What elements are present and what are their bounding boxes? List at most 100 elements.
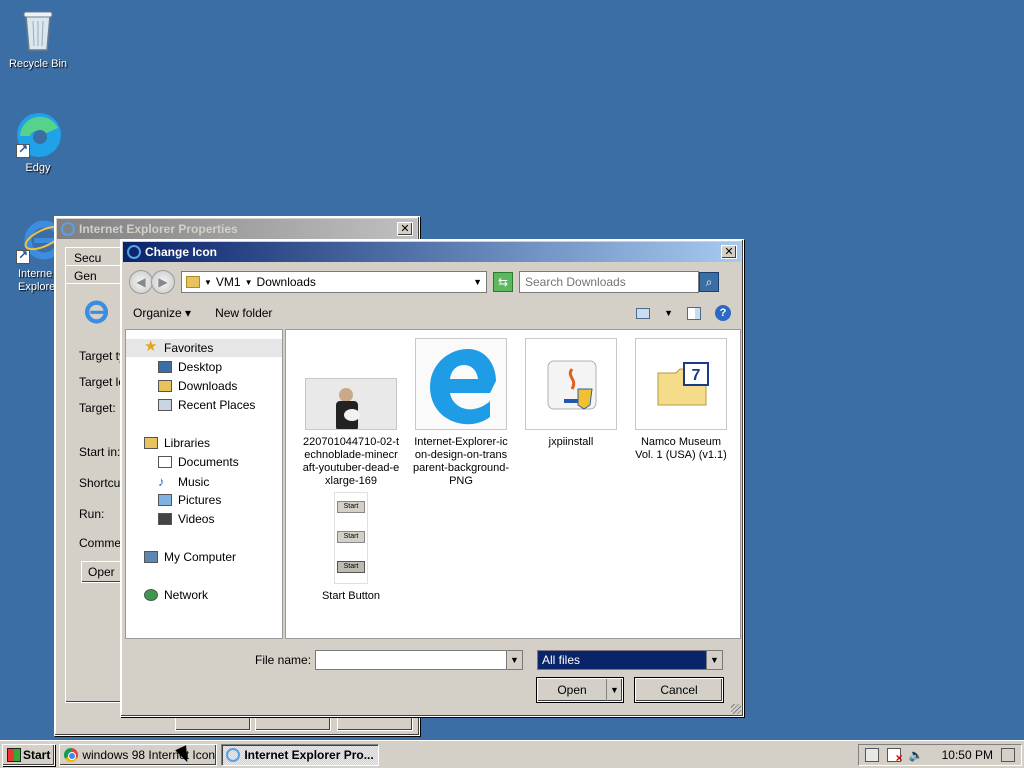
window-title: Internet Explorer Properties	[79, 222, 238, 236]
file-name: Start Button	[321, 590, 381, 602]
nav-label: Downloads	[178, 379, 238, 393]
show-desktop-icon[interactable]	[1001, 747, 1015, 762]
nav-label: Videos	[178, 512, 215, 526]
nav-item-recent-places[interactable]: Recent Places	[158, 398, 255, 412]
target-label: Target:	[79, 401, 116, 415]
desktop-icon-edgy[interactable]: Edgy	[0, 110, 76, 175]
file-name-field[interactable]: ▼	[315, 650, 523, 670]
nav-item-music[interactable]: ♪ Music	[158, 474, 209, 489]
file-item-namco-museum[interactable]: 7 Namco Museum Vol. 1 (USA) (v1.1)	[632, 338, 730, 462]
desktop-icon-label: Recycle Bin	[8, 58, 68, 70]
open-button-label: Open	[557, 683, 587, 697]
start-button[interactable]: Start	[2, 743, 56, 766]
edge-logo-thumbnail	[415, 338, 507, 430]
security-warning-icon[interactable]	[886, 747, 903, 765]
java-installer-icon	[525, 338, 617, 430]
file-item-ie-icon[interactable]: Internet-Explorer-icon-design-on-transpa…	[412, 338, 510, 488]
nav-label: Favorites	[164, 341, 214, 355]
resize-grip[interactable]	[731, 704, 741, 714]
change-view-icon[interactable]	[636, 307, 651, 319]
taskbar-item-label: windows 98 Internet Icon...	[82, 747, 218, 762]
documents-icon	[158, 456, 172, 468]
system-tray: 🔈 10:50 PM	[857, 743, 1022, 766]
navigation-pane: ★ Favorites Desktop Downloads Recent Pla…	[125, 329, 283, 639]
file-type-select[interactable]: All files ▼	[537, 650, 723, 670]
nav-favorites[interactable]: ★ Favorites	[126, 339, 282, 357]
file-item-technoblade[interactable]: 220701044710-02-technoblade-minecraft-yo…	[302, 378, 400, 488]
clock[interactable]: 10:50 PM	[942, 748, 993, 762]
refresh-icon[interactable]: ⇆	[493, 272, 513, 292]
svg-text:7: 7	[692, 367, 701, 384]
command-bar: Organize ▾ New folder ▼ ?	[125, 300, 739, 326]
nav-item-videos[interactable]: Videos	[158, 512, 214, 526]
back-button[interactable]: ◀	[129, 270, 153, 294]
libraries-icon	[144, 437, 158, 449]
breadcrumb-root[interactable]: VM1	[216, 275, 241, 289]
taskbar: Start windows 98 Internet Icon... Intern…	[0, 740, 1024, 768]
view-options-chevron-icon[interactable]: ▼	[664, 308, 673, 318]
navigation-bar: ◀ ▶ ▼ VM1 ▼ Downloads ▼ ⇆ ⌕	[125, 266, 739, 298]
ie-properties-titlebar[interactable]: Internet Explorer Properties ✕	[57, 219, 417, 239]
open-button[interactable]: Open ▼	[537, 678, 623, 702]
taskbar-item-ie-properties[interactable]: Internet Explorer Pro...	[221, 743, 380, 766]
new-folder-button[interactable]: New folder	[215, 306, 272, 320]
close-button[interactable]: ✕	[397, 222, 413, 236]
recent-places-icon	[158, 399, 172, 411]
chevron-down-icon[interactable]: ▼	[706, 651, 722, 669]
internet-explorer-icon	[127, 245, 141, 259]
shortcut-arrow-icon	[16, 248, 30, 264]
nav-item-desktop[interactable]: Desktop	[158, 360, 222, 374]
breadcrumb-folder[interactable]: Downloads	[257, 275, 316, 289]
file-name: Namco Museum Vol. 1 (USA) (v1.1)	[635, 436, 727, 461]
start-thumb-label: Start	[337, 531, 365, 543]
chevron-down-icon[interactable]: ▼	[506, 651, 522, 669]
target-location-label: Target lo	[79, 375, 126, 389]
file-name-label: File name:	[255, 653, 312, 667]
change-icon-titlebar[interactable]: Change Icon ✕	[123, 242, 741, 262]
nav-libraries[interactable]: Libraries	[144, 436, 210, 450]
file-item-start-button[interactable]: Start Start Start Start Button	[302, 492, 400, 603]
star-icon: ★	[144, 338, 158, 355]
search-input[interactable]	[519, 271, 699, 293]
organize-button[interactable]: Organize ▾	[133, 306, 191, 320]
desktop-icon-label: Edgy	[25, 162, 51, 174]
desktop-icon-recycle-bin[interactable]: Recycle Bin	[0, 6, 76, 71]
nav-network[interactable]: Network	[144, 588, 208, 602]
shortcut-key-label: Shortcut	[79, 476, 124, 490]
internet-explorer-icon	[79, 297, 109, 327]
nav-item-pictures[interactable]: Pictures	[158, 493, 221, 507]
windows-logo-icon	[7, 747, 21, 762]
tab-security[interactable]: Secu	[65, 247, 123, 267]
volume-icon[interactable]: 🔈	[909, 748, 924, 762]
file-item-jxpiinstall[interactable]: jxpiinstall	[522, 338, 620, 449]
nav-label: Desktop	[178, 360, 223, 374]
address-dropdown-icon[interactable]: ▼	[473, 277, 482, 287]
nav-my-computer[interactable]: My Computer	[144, 550, 236, 564]
help-icon[interactable]: ?	[715, 305, 731, 321]
chevron-down-icon[interactable]: ▼	[204, 278, 212, 287]
cancel-button[interactable]: Cancel	[635, 678, 723, 702]
nav-item-downloads[interactable]: Downloads	[158, 379, 237, 393]
chevron-down-icon[interactable]: ▼	[606, 679, 622, 701]
nav-label: Music	[178, 474, 210, 489]
pictures-icon	[158, 494, 172, 506]
forward-button[interactable]: ▶	[151, 270, 175, 294]
tab-general[interactable]: Gen	[65, 265, 123, 285]
internet-explorer-icon	[61, 222, 75, 236]
file-type-value: All files	[542, 653, 581, 667]
dialog-title: Change Icon	[145, 245, 218, 259]
network-tray-icon[interactable]	[864, 747, 879, 762]
chevron-down-icon[interactable]: ▼	[245, 278, 253, 287]
nav-label: My Computer	[164, 550, 237, 564]
address-bar[interactable]: ▼ VM1 ▼ Downloads ▼	[181, 271, 487, 293]
run-label: Run:	[79, 507, 105, 521]
nav-item-documents[interactable]: Documents	[158, 455, 239, 469]
archive-7z-icon: 7	[635, 338, 727, 430]
search-icon[interactable]: ⌕	[699, 272, 719, 292]
close-button[interactable]: ✕	[721, 245, 737, 259]
taskbar-item-chrome[interactable]: windows 98 Internet Icon...	[59, 743, 218, 766]
start-in-label: Start in:	[79, 445, 121, 459]
preview-pane-icon[interactable]	[687, 306, 701, 320]
change-icon-dialog[interactable]: Change Icon ✕ ◀ ▶ ▼ VM1 ▼ Downloads ▼ ⇆ …	[120, 239, 744, 717]
nav-label: Network	[164, 588, 209, 602]
